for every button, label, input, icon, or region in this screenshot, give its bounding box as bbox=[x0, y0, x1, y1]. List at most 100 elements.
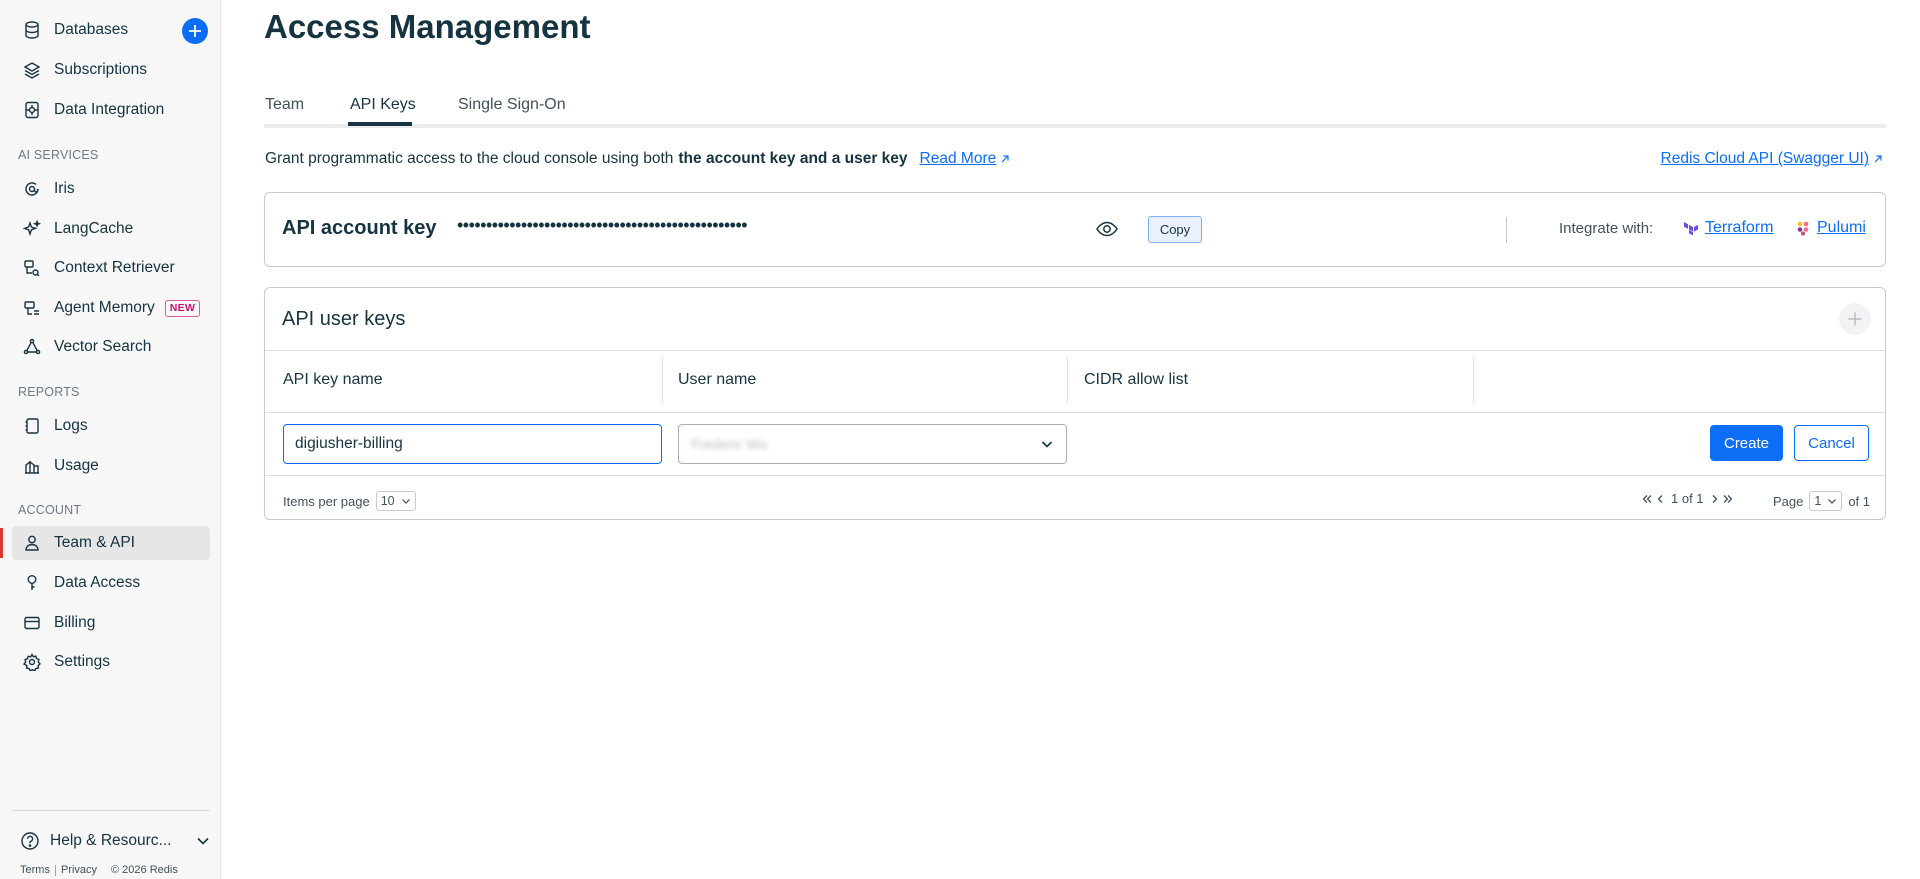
plus-icon bbox=[1848, 312, 1862, 326]
sidebar: Databases Subscriptions Data Integration… bbox=[0, 0, 221, 879]
sidebar-item-data-integration[interactable]: Data Integration bbox=[12, 93, 210, 127]
add-user-key-button[interactable] bbox=[1839, 303, 1871, 335]
database-icon bbox=[22, 20, 42, 40]
read-more-label: Read More bbox=[919, 150, 997, 167]
user-name-selected-value: Frederic Wu bbox=[691, 436, 767, 452]
terms-link[interactable]: Terms bbox=[20, 864, 50, 876]
sidebar-item-context-retriever[interactable]: Context Retriever bbox=[12, 251, 210, 285]
page-select-value: 1 bbox=[1814, 494, 1822, 508]
sidebar-item-settings[interactable]: Settings bbox=[12, 645, 210, 679]
column-separator bbox=[662, 357, 663, 403]
user-name-select[interactable]: Frederic Wu bbox=[678, 424, 1067, 464]
help-resources-menu[interactable]: Help & Resourc... bbox=[20, 826, 210, 856]
terraform-link[interactable]: Terraform bbox=[1683, 219, 1773, 237]
sidebar-item-label: Usage bbox=[54, 457, 99, 474]
sidebar-item-label: Data Access bbox=[54, 574, 141, 591]
table-divider bbox=[265, 412, 1885, 413]
read-more-link[interactable]: Read More bbox=[920, 150, 1012, 168]
sparkle-icon bbox=[22, 219, 42, 239]
api-key-name-input[interactable] bbox=[283, 424, 662, 464]
column-separator bbox=[1067, 357, 1068, 403]
api-account-key-title: API account key bbox=[282, 217, 437, 239]
cancel-button[interactable]: Cancel bbox=[1794, 425, 1869, 461]
sidebar-item-label: LangCache bbox=[54, 220, 134, 237]
new-badge: NEW bbox=[164, 299, 201, 317]
page-selector: Page 1 of 1 bbox=[1773, 491, 1870, 511]
privacy-link[interactable]: Privacy bbox=[61, 864, 97, 876]
chevron-down-icon bbox=[1040, 437, 1054, 451]
last-page-icon[interactable] bbox=[1722, 493, 1734, 505]
create-button[interactable]: Create bbox=[1710, 425, 1783, 461]
items-per-page-select[interactable]: 10 bbox=[375, 491, 416, 511]
external-link-icon bbox=[1001, 155, 1009, 163]
plus-icon bbox=[189, 25, 201, 37]
sidebar-item-usage[interactable]: Usage bbox=[12, 449, 210, 483]
sidebar-item-label: Agent Memory bbox=[54, 299, 155, 316]
user-icon bbox=[22, 533, 42, 553]
column-header-cidr-allow-list: CIDR allow list bbox=[1084, 371, 1189, 388]
sidebar-footer: Terms Privacy © 2026 Redis bbox=[20, 864, 178, 876]
sidebar-item-subscriptions[interactable]: Subscriptions bbox=[12, 53, 210, 87]
layers-icon bbox=[22, 60, 42, 80]
sidebar-item-logs[interactable]: Logs bbox=[12, 409, 210, 443]
api-account-key-card: API account key ••••••••••••••••••••••••… bbox=[264, 192, 1886, 267]
vertical-divider bbox=[1506, 217, 1507, 243]
integrate-with-label: Integrate with: bbox=[1559, 220, 1654, 237]
chevron-down-icon bbox=[1828, 499, 1837, 504]
page-of-label: of 1 bbox=[1848, 493, 1871, 509]
pulumi-link[interactable]: Pulumi bbox=[1795, 219, 1866, 237]
sidebar-item-data-access[interactable]: Data Access bbox=[12, 566, 210, 600]
help-icon bbox=[20, 831, 40, 851]
agent-memory-icon bbox=[22, 298, 42, 318]
next-page-icon[interactable] bbox=[1710, 493, 1720, 505]
intro-description: Grant programmatic access to the cloud c… bbox=[265, 150, 674, 167]
column-header-user-name: User name bbox=[678, 371, 757, 388]
sidebar-item-billing[interactable]: Billing bbox=[12, 606, 210, 640]
billing-icon bbox=[22, 613, 42, 633]
sidebar-item-label: Settings bbox=[54, 653, 111, 670]
copy-button[interactable]: Copy bbox=[1148, 216, 1202, 243]
tab-single-sign-on[interactable]: Single Sign-On bbox=[458, 96, 566, 114]
tab-bar: Team API Keys Single Sign-On bbox=[264, 88, 1886, 128]
page-label: Page bbox=[1773, 493, 1804, 509]
pagination: 1 of 1 bbox=[1640, 491, 1735, 506]
add-database-button[interactable] bbox=[182, 18, 208, 44]
api-user-keys-title: API user keys bbox=[282, 308, 406, 330]
tab-api-keys[interactable]: API Keys bbox=[350, 96, 416, 114]
api-account-key-value: ••••••••••••••••••••••••••••••••••••••••… bbox=[457, 215, 748, 235]
help-resources-label: Help & Resourc... bbox=[50, 832, 172, 849]
tab-team[interactable]: Team bbox=[265, 96, 304, 114]
sidebar-item-langcache[interactable]: LangCache bbox=[12, 212, 210, 246]
usage-icon bbox=[22, 456, 42, 476]
items-per-page-label: Items per page bbox=[283, 493, 370, 509]
column-separator bbox=[1473, 357, 1474, 403]
sidebar-item-label: Billing bbox=[54, 614, 96, 631]
sidebar-item-label: Iris bbox=[54, 180, 75, 197]
terraform-label: Terraform bbox=[1705, 219, 1774, 236]
intro-bold: the account key and a user key bbox=[678, 150, 908, 167]
sidebar-item-label: Databases bbox=[54, 21, 129, 38]
page-title: Access Management bbox=[264, 8, 591, 45]
chevron-down-icon bbox=[401, 499, 410, 504]
sidebar-item-agent-memory[interactable]: Agent Memory NEW bbox=[12, 291, 210, 325]
sidebar-item-databases[interactable]: Databases bbox=[12, 13, 210, 47]
vector-search-icon bbox=[22, 337, 42, 357]
sidebar-item-iris[interactable]: Iris bbox=[12, 172, 210, 206]
sidebar-item-team-api[interactable]: Team & API bbox=[12, 526, 210, 560]
sidebar-item-vector-search[interactable]: Vector Search bbox=[12, 330, 210, 364]
page-select[interactable]: 1 bbox=[1809, 491, 1843, 511]
first-page-icon[interactable] bbox=[1641, 493, 1653, 505]
eye-icon[interactable] bbox=[1095, 219, 1119, 244]
context-retriever-icon bbox=[22, 258, 42, 278]
swagger-link[interactable]: Redis Cloud API (Swagger UI) bbox=[1661, 150, 1884, 168]
footer-separator bbox=[54, 864, 56, 876]
items-per-page-value: 10 bbox=[380, 494, 395, 508]
gear-icon bbox=[22, 652, 42, 672]
previous-page-icon[interactable] bbox=[1655, 493, 1665, 505]
key-icon bbox=[22, 573, 42, 593]
logs-icon bbox=[22, 416, 42, 436]
chevron-down-icon bbox=[196, 834, 210, 848]
section-label-ai-services: AI SERVICES bbox=[18, 148, 99, 162]
page-range: 1 of 1 bbox=[1671, 491, 1704, 506]
terraform-icon bbox=[1684, 222, 1698, 236]
